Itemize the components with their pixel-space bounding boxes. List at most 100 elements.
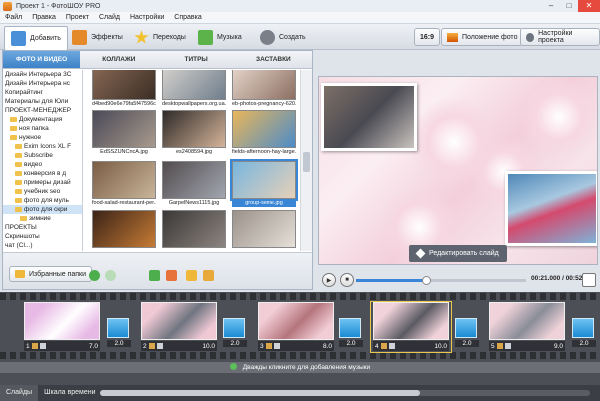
photo-thumbnail[interactable]	[232, 210, 296, 251]
maximize-button[interactable]: □	[560, 0, 578, 12]
tab-transitions[interactable]: Переходы	[128, 27, 192, 48]
timeline-scroll-thumb[interactable]	[100, 390, 420, 396]
edit-slide-icon[interactable]	[380, 342, 387, 349]
timeline-slide[interactable]: 4 10.0	[370, 301, 452, 353]
sound-icon[interactable]	[39, 342, 46, 349]
sound-icon[interactable]	[156, 342, 163, 349]
tree-item[interactable]: примеры дизай	[3, 178, 82, 187]
tree-item[interactable]: нужное	[3, 133, 82, 142]
subtab-intros[interactable]: ЗАСТАВКИ	[235, 51, 312, 68]
back-arrow-icon[interactable]	[89, 270, 100, 281]
menu-project[interactable]: Проект	[61, 14, 94, 21]
transition-block[interactable]: 2.0	[572, 318, 596, 347]
subtab-photo-video[interactable]: ФОТО И ВИДЕО	[3, 51, 81, 68]
tree-item[interactable]: видео	[3, 160, 82, 169]
timeline-slide[interactable]: 5 9.0	[487, 302, 567, 352]
scroll-thumb[interactable]	[303, 152, 310, 172]
tree-item-label: фото для муль	[24, 197, 69, 204]
subtab-titles[interactable]: ТИТРЫ	[158, 51, 235, 68]
tree-item[interactable]: Копирайтинг	[3, 88, 82, 97]
tree-item[interactable]: Дизайн Интерьера 3С	[3, 70, 82, 79]
music-track[interactable]: Дважды кликните для добавления музыки	[0, 362, 600, 373]
photo-thumbnail[interactable]: es2408594.jpg	[162, 110, 226, 156]
window-title: Проект 1 - ФотоШОУ PRO	[16, 2, 101, 10]
tree-item[interactable]: фото для скри	[3, 205, 82, 214]
tree-item[interactable]: Скриншоты	[3, 232, 82, 241]
timeline-slide[interactable]: 3 8.0	[256, 302, 336, 352]
sound-icon[interactable]	[504, 342, 511, 349]
photo-thumbnail[interactable]	[92, 210, 156, 251]
minimize-button[interactable]: –	[542, 0, 560, 12]
tree-item[interactable]: ПРОЕКТЫ	[3, 223, 82, 232]
menu-help[interactable]: Справка	[169, 14, 206, 21]
photo-thumbnail[interactable]: GarpelNews1115.jpg	[162, 161, 226, 207]
sound-icon[interactable]	[388, 342, 395, 349]
sound-icon[interactable]	[273, 342, 280, 349]
tree-item[interactable]: Exim Icons XL F	[3, 142, 82, 151]
project-settings-button[interactable]: Настройки проекта	[520, 28, 600, 46]
fullscreen-button[interactable]	[582, 273, 596, 287]
transition-block[interactable]: 2.0	[455, 318, 479, 347]
folder-tree[interactable]: Дизайн Интерьера 3С Дизайн Интерьера нс Ко…	[3, 70, 83, 251]
subtab-collages[interactable]: КОЛЛАЖИ	[80, 51, 157, 68]
tree-item[interactable]: ноя папка	[3, 124, 82, 133]
photo-thumbnail[interactable]: food-salad-restaurant-per...	[92, 161, 156, 207]
timeline-slide[interactable]: 2 10.0	[139, 302, 219, 352]
tree-item[interactable]: зимние	[3, 214, 82, 223]
tab-music[interactable]: Музыка	[192, 27, 248, 48]
photo-thumbnail[interactable]: desktopwallpapers.org.ua...	[162, 70, 226, 108]
thumbnail-caption: food-salad-restaurant-per...	[92, 200, 156, 206]
edit-slide-button[interactable]: Редактировать слайд	[409, 245, 507, 262]
tree-item[interactable]: фото для муль	[3, 196, 82, 205]
preview-photo-girl[interactable]	[505, 171, 597, 246]
photo-thumbnail[interactable]: EdSSZUNCncA.jpg	[92, 110, 156, 156]
folder-icon[interactable]	[203, 270, 214, 281]
transition-block[interactable]: 2.0	[223, 318, 247, 347]
tree-item[interactable]: ПРОЕКТ-МЕНЕДЖЕР	[3, 106, 82, 115]
aspect-ratio-button[interactable]: 16:9	[414, 28, 441, 46]
favorite-folders-button[interactable]: Избранные папки	[9, 266, 93, 282]
tree-item[interactable]: Материалы для Юли	[3, 97, 82, 106]
tree-item[interactable]: Документация	[3, 115, 82, 124]
menu-edit[interactable]: Правка	[27, 14, 61, 21]
photo-thumbnail[interactable]	[162, 210, 226, 251]
playback-slider[interactable]	[356, 276, 526, 285]
preview-photo-couple[interactable]	[321, 83, 417, 151]
menu-settings[interactable]: Настройки	[125, 14, 169, 21]
tree-item[interactable]: чат (Cl...)	[3, 241, 82, 250]
photo-thumbnail[interactable]: eb-photos-pregnancy-620...	[232, 70, 296, 108]
forward-arrow-icon[interactable]	[105, 270, 116, 281]
tree-item[interactable]: Subscribe	[3, 151, 82, 160]
tab-slides[interactable]: Слайды	[0, 385, 39, 401]
slide-preview[interactable]	[318, 76, 598, 265]
close-button[interactable]: ✕	[578, 0, 600, 12]
thumbnail-scrollbar[interactable]	[300, 70, 312, 251]
menu-file[interactable]: Файл	[0, 14, 27, 21]
new-folder-icon[interactable]	[186, 270, 197, 281]
tree-item[interactable]: учебник seo	[3, 187, 82, 196]
edit-slide-icon[interactable]	[265, 342, 272, 349]
stop-button[interactable]: ■	[340, 273, 354, 287]
menu-slide[interactable]: Слайд	[94, 14, 125, 21]
photo-position-button[interactable]: Положение фото	[441, 28, 524, 46]
play-button[interactable]: ▶	[322, 273, 336, 287]
tab-effects[interactable]: Эффекты	[66, 27, 129, 48]
playback-handle[interactable]	[421, 276, 431, 285]
home-icon[interactable]	[166, 270, 177, 281]
photo-thumbnail[interactable]: fields-afternoon-hay-large...	[232, 110, 296, 156]
edit-slide-icon[interactable]	[31, 342, 38, 349]
photo-thumbnail[interactable]: d4bed90e6e79fa5f47596c...	[92, 70, 156, 108]
transition-block[interactable]: 2.0	[107, 318, 131, 347]
tab-timeline[interactable]: Шкала времени	[38, 385, 101, 401]
photo-thumbnail[interactable]: group-selfie.jpg	[230, 159, 298, 207]
tab-add[interactable]: Добавить	[4, 26, 68, 50]
tree-item[interactable]: конверсия в д	[3, 169, 82, 178]
timeline-slide[interactable]: 1 7.0	[22, 302, 102, 352]
transition-block[interactable]: 2.0	[339, 318, 363, 347]
down-arrow-icon[interactable]	[149, 270, 160, 281]
tab-create[interactable]: Создать	[254, 27, 312, 48]
timeline-scrollbar[interactable]	[100, 390, 590, 396]
tree-item[interactable]: Дизайн Интерьера нс	[3, 79, 82, 88]
edit-slide-icon[interactable]	[148, 342, 155, 349]
edit-slide-icon[interactable]	[496, 342, 503, 349]
